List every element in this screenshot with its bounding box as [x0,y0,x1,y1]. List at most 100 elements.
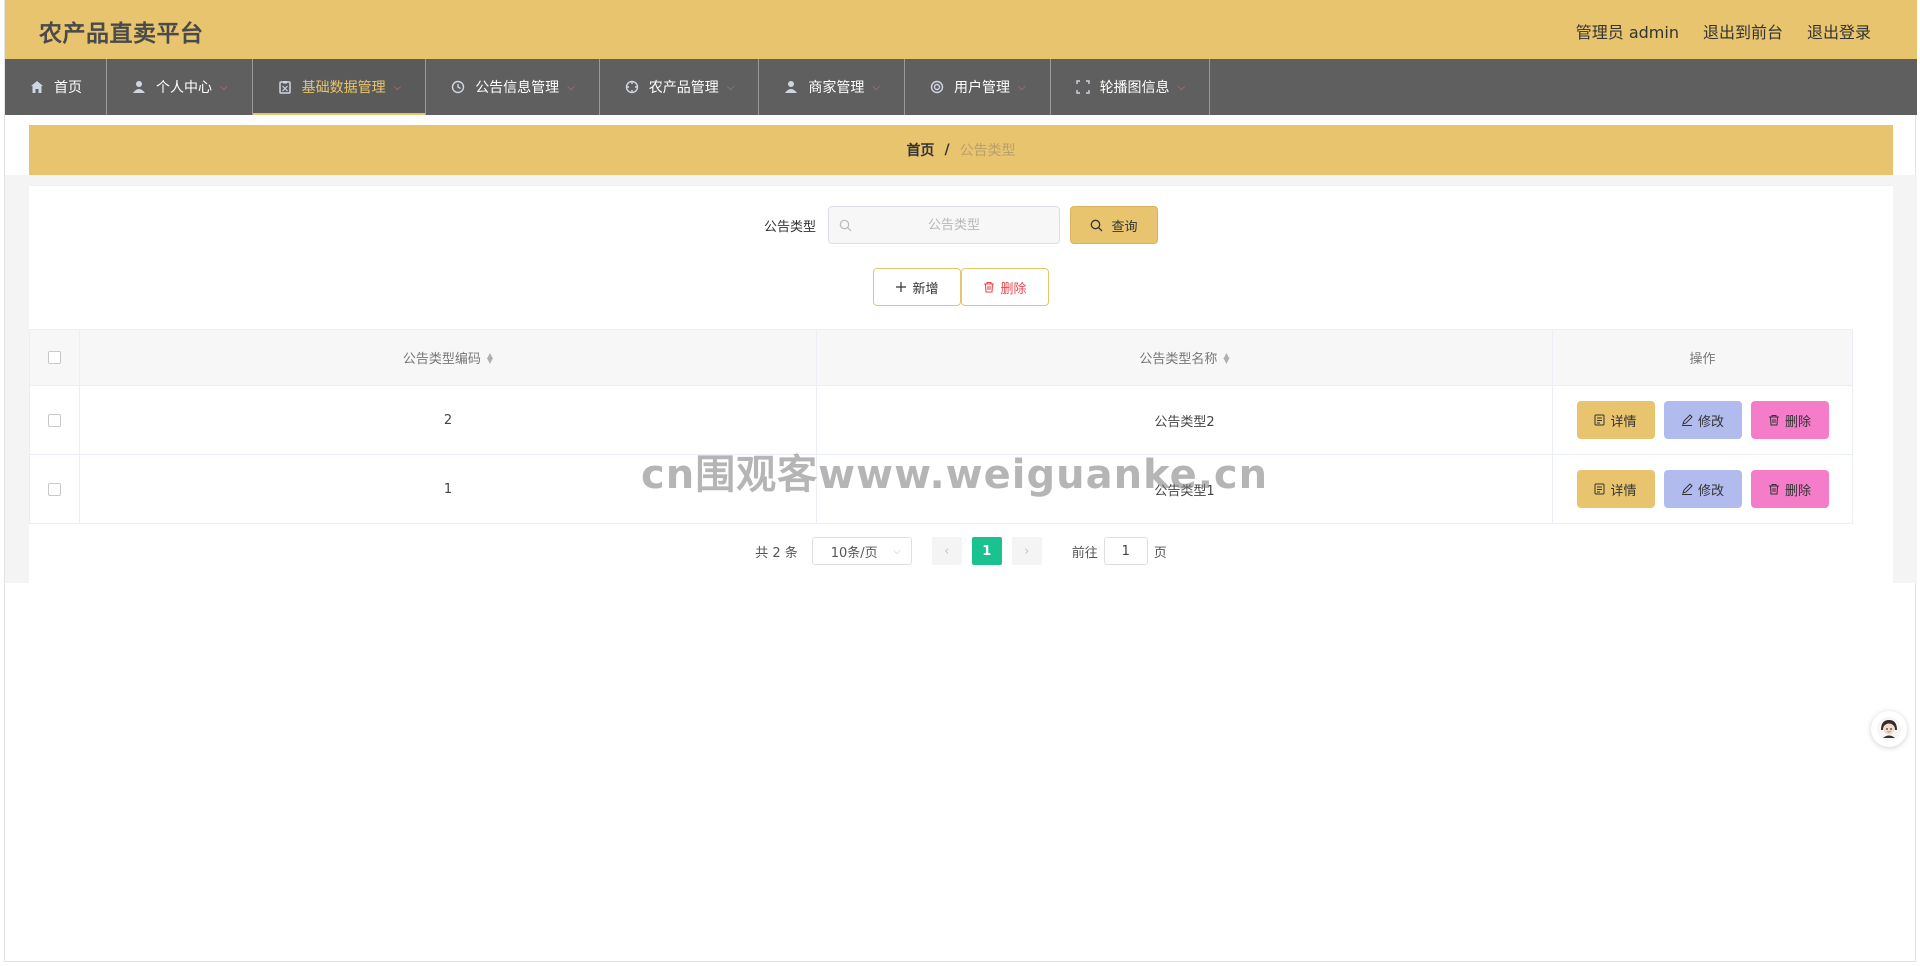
pagination-goto: 前往 页 [1072,537,1167,565]
nav-item-home[interactable]: 首页 [5,59,107,115]
nav-item-products[interactable]: 农产品管理 ⌵ [600,59,760,115]
column-header-ops: 操作 [1553,330,1852,385]
delete-button-label: 删除 [1784,414,1811,430]
table-header-row: 公告类型编码 ▲ ▼ 公告类型名称 ▲ ▼ 操作 [30,330,1852,386]
chevron-down-icon: ⌵ [1177,81,1186,93]
delete-button[interactable]: 删除 [1750,401,1829,439]
chevron-left-icon: ‹ [944,543,950,559]
chevron-right-icon: › [1024,543,1030,559]
nav-item-notice[interactable]: 公告信息管理 ⌵ [426,59,600,115]
column-header-label: 公告类型编码 [402,352,481,367]
nav-item-label: 个人中心 [156,80,212,96]
nav-item-personal-center[interactable]: 个人中心 ⌵ [107,59,253,115]
clock-icon [450,79,466,95]
query-button-label: 查询 [1111,219,1138,235]
action-bar: 新增 删除 [29,268,1893,306]
column-header-name[interactable]: 公告类型名称 ▲ ▼ [817,330,1553,385]
nav-item-basic-data[interactable]: 基础数据管理 ⌵ [252,59,427,115]
detail-button-label: 详情 [1610,483,1637,499]
document-icon [1594,483,1605,495]
trash-icon [1768,483,1780,495]
delete-button-label: 删除 [1000,281,1027,297]
detail-button-label: 详情 [1610,414,1637,430]
delete-button[interactable]: 删除 [1750,470,1829,508]
edit-button-label: 修改 [1697,414,1724,430]
search-box [828,206,1060,244]
goto-prefix: 前往 [1071,545,1098,561]
nav-item-label: 农产品管理 [648,80,719,96]
search-input[interactable] [852,216,1056,234]
logout-link[interactable]: 退出登录 [1807,19,1871,43]
exit-to-front-link[interactable]: 退出到前台 [1703,19,1783,43]
admin-user-label[interactable]: 管理员 admin [1576,19,1679,43]
select-all-checkbox[interactable] [48,351,61,364]
nav-item-label: 用户管理 [953,80,1010,96]
add-button[interactable]: 新增 [873,268,961,306]
row-checkbox-cell [30,455,80,523]
chevron-down-icon: ⌵ [872,81,880,93]
pencil-icon [1681,483,1693,495]
table-row: 1 公告类型1 详情 修改 删除 [30,455,1852,523]
nav-item-label: 轮播图信息 [1099,80,1170,96]
chevron-down-icon: ⌵ [220,81,228,93]
delete-button-label: 删除 [1784,483,1811,499]
app-title: 农产品直卖平台 [39,21,204,47]
column-header-code[interactable]: 公告类型编码 ▲ ▼ [80,330,817,385]
search-icon [1090,219,1107,232]
row-checkbox[interactable] [48,482,61,496]
query-button[interactable]: 查询 [1070,206,1158,244]
cell-ops: 详情 修改 删除 [1553,455,1852,523]
nav-item-label: 商家管理 [808,80,865,96]
user-icon [783,79,799,95]
trash-icon [983,281,995,293]
page-number-current[interactable]: 1 [971,537,1002,565]
user-icon [131,79,147,95]
trash-icon [1768,414,1780,426]
table-row: 2 公告类型2 详情 修改 删除 [30,386,1852,455]
lifebuoy-icon [929,79,945,95]
next-page-button[interactable]: › [1011,537,1042,565]
cell-ops: 详情 修改 删除 [1553,386,1852,454]
cell-name: 公告类型1 [817,455,1553,523]
chevron-down-icon: ⌵ [726,81,735,93]
top-header: 农产品直卖平台 管理员 admin 退出到前台 退出登录 [5,0,1917,59]
pagination: 共 2 条 10条/页 ⌵ ‹ 1 › 前往 页 [29,537,1893,565]
cell-code: 2 [80,386,817,454]
detail-button[interactable]: 详情 [1576,401,1655,439]
breadcrumb-current: 公告类型 [959,143,1016,159]
nav-item-carousel[interactable]: 轮播图信息 ⌵ [1051,59,1211,115]
edit-button-label: 修改 [1697,483,1724,499]
chevron-down-icon: ⌵ [893,545,901,557]
target-icon [624,79,640,95]
goto-suffix: 页 [1153,545,1167,561]
home-icon [29,79,45,95]
chevron-down-icon: ⌵ [1017,81,1026,93]
chevron-down-icon: ⌵ [393,81,402,93]
sort-icon[interactable]: ▲ ▼ [487,351,493,364]
document-icon [1594,414,1605,426]
pencil-icon [1681,414,1693,426]
nav-item-users[interactable]: 用户管理 ⌵ [905,59,1051,115]
nav-item-label: 基础数据管理 [301,80,386,96]
row-checkbox[interactable] [48,413,61,427]
edit-button[interactable]: 修改 [1663,470,1742,508]
search-icon [839,219,852,232]
page-size-select[interactable]: 10条/页 ⌵ [811,537,912,565]
goto-page-input[interactable] [1103,537,1148,565]
cell-code: 1 [80,455,817,523]
batch-delete-button[interactable]: 删除 [961,268,1049,306]
prev-page-button[interactable]: ‹ [931,537,962,565]
pagination-total: 共 2 条 [755,545,798,561]
sort-icon[interactable]: ▲ ▼ [1223,351,1229,364]
page-size-value: 10条/页 [830,545,878,561]
edit-button[interactable]: 修改 [1663,401,1742,439]
detail-button[interactable]: 详情 [1576,470,1655,508]
breadcrumb-home[interactable]: 首页 [906,140,934,160]
breadcrumb-separator: / [944,142,950,158]
cell-name: 公告类型2 [817,386,1553,454]
plus-icon [895,281,907,293]
assistant-avatar[interactable] [1871,711,1907,747]
data-table: 公告类型编码 ▲ ▼ 公告类型名称 ▲ ▼ 操作 2 公告类型2 详情 修改 删… [29,329,1853,524]
header-links: 管理员 admin 退出到前台 退出登录 [1576,19,1871,43]
nav-item-merchants[interactable]: 商家管理 ⌵ [759,59,905,115]
